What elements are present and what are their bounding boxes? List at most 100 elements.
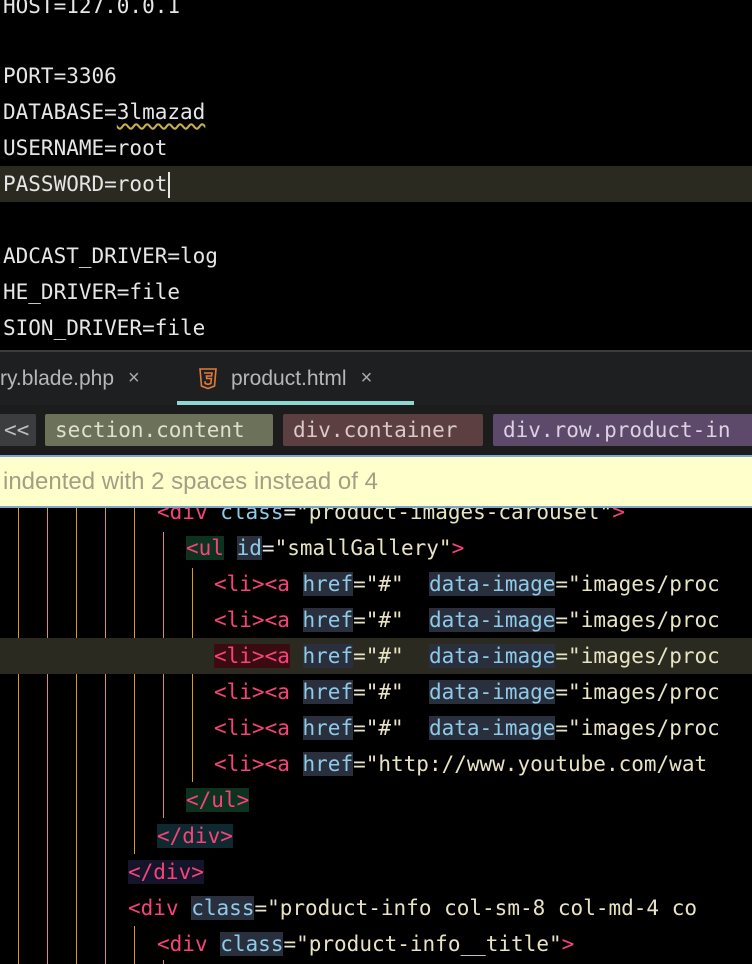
code-token: <li><a: [214, 608, 290, 632]
code-token: data-image: [428, 680, 556, 704]
code-token: </div>: [128, 860, 204, 884]
env-key: DATABASE=: [3, 100, 117, 124]
env-line[interactable]: SION_DRIVER=file: [0, 310, 752, 346]
env-line[interactable]: USERNAME=root: [0, 130, 752, 166]
code-line[interactable]: <ul id="smallGallery">: [186, 530, 752, 566]
code-token: div: [140, 896, 179, 920]
code-token: href: [302, 644, 354, 668]
code-token: href: [302, 680, 354, 704]
code-token: data-image: [428, 644, 556, 668]
code-token: ="images/proc: [555, 644, 720, 668]
env-line[interactable]: HE_DRIVER=file: [0, 274, 752, 310]
code-line[interactable]: <div class="product-info__title">: [157, 926, 752, 962]
code-token: </div>: [157, 824, 233, 848]
code-token: ="http://www.youtube.com/wat: [353, 752, 708, 776]
indent-guide: [47, 508, 48, 964]
code-token: div: [169, 508, 208, 524]
code-token: div: [169, 932, 208, 956]
close-icon[interactable]: ×: [361, 367, 373, 390]
env-editor-pane[interactable]: HOST=127.0.0.1 PORT=3306 DATABASE=3lmaza…: [0, 0, 752, 350]
code-line[interactable]: <li><a href="#" data-image="images/proc: [214, 566, 752, 602]
env-line[interactable]: [0, 202, 752, 238]
code-token: data-image: [428, 608, 556, 632]
code-token: ="product-info col-sm-8 col-md-4 co: [254, 896, 697, 920]
code-token: ="#": [353, 644, 404, 668]
env-line[interactable]: DATABASE=3lmazad: [0, 94, 752, 130]
code-token: ul: [198, 536, 224, 560]
code-token: "smallGallery": [274, 536, 452, 560]
code-token: ="#": [353, 680, 404, 704]
env-line[interactable]: HOST=127.0.0.1: [0, 0, 752, 24]
code-token: href: [302, 608, 354, 632]
code-token: ="images/proc: [555, 608, 720, 632]
code-line[interactable]: <li><a href="#" data-image="images/proc: [214, 602, 752, 638]
code-token: data-image: [428, 716, 556, 740]
code-line[interactable]: </div>: [128, 854, 752, 890]
breadcrumb-item-row[interactable]: div.row.product-in: [493, 414, 752, 446]
code-token: <: [186, 536, 199, 560]
code-token: >: [561, 932, 575, 956]
code-token: data-image: [428, 572, 556, 596]
code-token: ="#": [353, 716, 404, 740]
code-token: ="images/proc: [555, 716, 720, 740]
code-token: <li><a: [214, 716, 290, 740]
code-line[interactable]: <div class="product-info col-sm-8 col-md…: [128, 890, 752, 926]
breadcrumb-item-section[interactable]: section.content: [45, 414, 273, 446]
env-line[interactable]: [0, 24, 752, 60]
code-line[interactable]: <li><a href="http://www.youtube.com/wat: [214, 746, 752, 782]
tab-bar: ry.blade.php × product.html ×: [0, 350, 752, 405]
tab-product-html[interactable]: product.html ×: [177, 352, 414, 405]
code-token: ="product-info__title": [283, 932, 562, 956]
indent-guide: [192, 568, 193, 782]
code-token: <: [157, 508, 170, 524]
text-cursor: [168, 172, 171, 198]
breadcrumb-back-button[interactable]: <<: [0, 414, 36, 446]
code-editor-pane[interactable]: <div class="product-images-carousel"> <u…: [0, 508, 752, 964]
code-token: "product-images-carousel": [296, 508, 613, 524]
code-token: ="#": [353, 608, 404, 632]
code-token: >: [451, 536, 465, 560]
code-token: <li><a: [214, 752, 290, 776]
code-line-active[interactable]: <li><a href="#" data-image="images/proc: [0, 638, 752, 674]
code-line[interactable]: </div>: [157, 818, 752, 854]
env-line-text: PASSWORD=root: [3, 172, 168, 196]
close-icon[interactable]: ×: [128, 367, 140, 390]
env-line[interactable]: PORT=3306: [0, 58, 752, 94]
code-token: <: [157, 932, 170, 956]
code-token: <ul: [186, 536, 224, 560]
code-token: class: [220, 508, 284, 524]
code-line[interactable]: <li><a href="#" data-image="images/proc: [214, 710, 752, 746]
code-token: class: [191, 896, 255, 920]
lint-warning-message: indented with 2 spaces instead of 4: [0, 455, 752, 508]
code-token: href: [302, 752, 354, 776]
spellcheck-underlined-value: 3lmazad: [116, 100, 206, 124]
code-token: <: [128, 896, 141, 920]
indent-guide: [163, 532, 164, 818]
env-line-active[interactable]: PASSWORD=root: [0, 166, 752, 202]
code-token: <li><a: [214, 680, 290, 704]
indent-guide: [105, 508, 106, 964]
code-line[interactable]: </ul>: [186, 782, 752, 818]
code-token: </ul>: [186, 788, 250, 812]
code-token: =: [261, 536, 275, 560]
code-token: ="#": [353, 572, 404, 596]
code-token: href: [302, 716, 354, 740]
code-token: ="images/proc: [555, 680, 720, 704]
html5-icon: [199, 367, 217, 389]
code-token: <li><a: [214, 572, 290, 596]
tab-blade-php[interactable]: ry.blade.php ×: [0, 352, 172, 405]
code-line[interactable]: <li><a href="#" data-image="images/proc: [214, 674, 752, 710]
code-line[interactable]: <div class="product-images-carousel">: [157, 508, 752, 530]
code-token: id: [236, 536, 262, 560]
indent-guide: [134, 508, 135, 854]
breadcrumb-item-container[interactable]: div.container: [283, 414, 483, 446]
code-token: >: [612, 508, 625, 524]
indent-guide: [76, 508, 77, 964]
indent-guide: [134, 926, 135, 964]
breadcrumb: << section.content div.container div.row…: [0, 405, 752, 455]
code-token: ="images/proc: [555, 572, 720, 596]
tab-label: product.html: [231, 366, 347, 390]
indent-guide: [18, 508, 19, 964]
code-token: class: [220, 932, 284, 956]
env-line[interactable]: ADCAST_DRIVER=log: [0, 238, 752, 274]
